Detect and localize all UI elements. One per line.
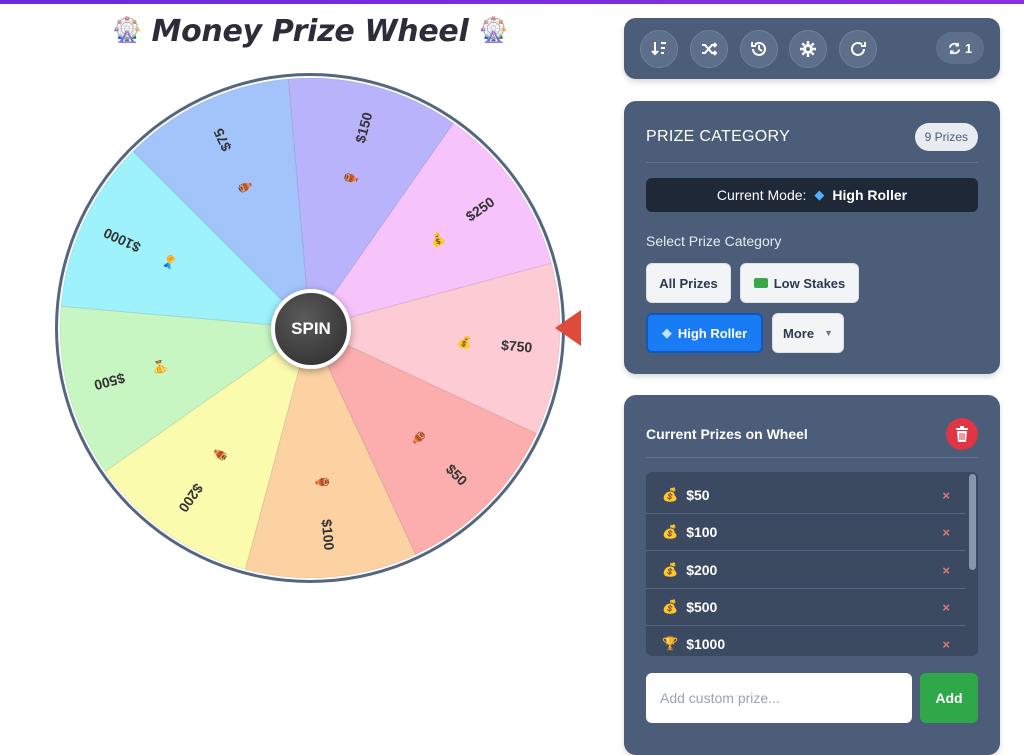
gem-icon: ◆ [661,325,672,340]
money-bag-icon: 💰 [662,524,679,539]
add-prize-button[interactable]: Add [920,673,978,723]
money-bag-icon: 💰 [662,487,679,502]
prize-list-item: 💰 $100 × [646,514,966,551]
remove-prize-button[interactable]: × [942,525,950,540]
divider [646,457,978,458]
all-prizes-label: All Prizes [659,275,718,291]
low-stakes-button[interactable]: Low Stakes [740,263,859,303]
ferris-wheel-icon: 🎡 [111,16,142,44]
history-icon [751,41,766,56]
remove-prize-button[interactable]: × [942,563,950,578]
segment-icon: 💰 [456,335,472,350]
current-prizes-title: Current Prizes on Wheel [646,426,808,442]
high-roller-label: High Roller [677,325,748,341]
money-icon [753,278,768,288]
sort-icon [651,42,666,56]
shuffle-button[interactable] [690,30,728,68]
prize-label: $100 [686,524,718,540]
segment-label: $100 [319,518,338,551]
clear-prizes-button[interactable] [946,418,978,450]
prize-label: $1000 [686,636,726,652]
prize-list-item: 🏆 $1000 × [646,626,966,656]
shuffle-icon [702,42,718,56]
prize-list: 💰 $50 × 💰 $100 × 💰 $200 × 💰 $500 × 🏆 $10… [646,472,978,656]
low-stakes-label: Low Stakes [773,275,846,291]
divider [646,162,978,163]
prize-list-item: 💰 $500 × [646,589,966,626]
more-label: More [783,325,815,341]
spin-counter-value: 1 [964,40,973,56]
gem-icon: ◆ [814,187,825,202]
money-bag-icon: 💰 [662,562,679,577]
category-title: PRIZE CATEGORY [646,128,791,145]
current-mode-value: High Roller [832,187,908,203]
sync-icon [948,42,960,54]
more-dropdown[interactable]: More ▼ [772,313,844,353]
page-title-text: Money Prize Wheel [151,14,469,49]
reset-button[interactable] [839,30,877,68]
money-bag-icon: 💰 [662,599,679,614]
prize-count-badge: 9 Prizes [914,123,978,151]
trash-icon [956,426,968,442]
ferris-wheel-icon: 🎡 [478,16,509,44]
prize-category-panel: PRIZE CATEGORY 9 Prizes Current Mode: ◆ … [624,101,1000,374]
segment-label: $750 [500,337,533,356]
history-button[interactable] [740,30,778,68]
custom-prize-input[interactable] [646,673,912,723]
prize-label: $200 [686,562,718,578]
prize-list-item: 💰 $50 × [646,477,966,514]
remove-prize-button[interactable]: × [942,600,950,615]
wheel-pointer-icon [555,310,581,346]
page-title: 🎡 Money Prize Wheel 🎡 [0,14,620,49]
current-mode-label: Current Mode: [716,187,807,203]
remove-prize-button[interactable]: × [942,637,950,652]
trophy-icon: 🏆 [662,636,679,651]
gear-icon [800,41,816,57]
sort-button[interactable] [640,30,678,68]
spin-button[interactable]: SPIN [271,289,351,369]
prize-label: $500 [686,599,718,615]
all-prizes-button[interactable]: All Prizes [646,263,731,303]
high-roller-button[interactable]: ◆ High Roller [646,313,763,353]
list-scrollbar[interactable] [969,474,976,570]
current-mode-bar: Current Mode: ◆ High Roller [646,178,978,212]
select-category-label: Select Prize Category [646,233,782,249]
segment-icon: 🏺 [315,474,330,490]
refresh-icon [851,41,866,56]
prize-list-item: 💰 $200 × [646,552,966,589]
toolbar-panel: 1 [624,18,1000,79]
current-prizes-panel: Current Prizes on Wheel 💰 $50 × 💰 $100 ×… [624,395,1000,755]
caret-down-icon: ▼ [824,328,833,338]
spin-counter-badge[interactable]: 1 [936,32,984,64]
prize-label: $50 [686,487,710,503]
settings-button[interactable] [789,30,827,68]
top-accent-bar [0,0,1024,4]
remove-prize-button[interactable]: × [942,488,950,503]
